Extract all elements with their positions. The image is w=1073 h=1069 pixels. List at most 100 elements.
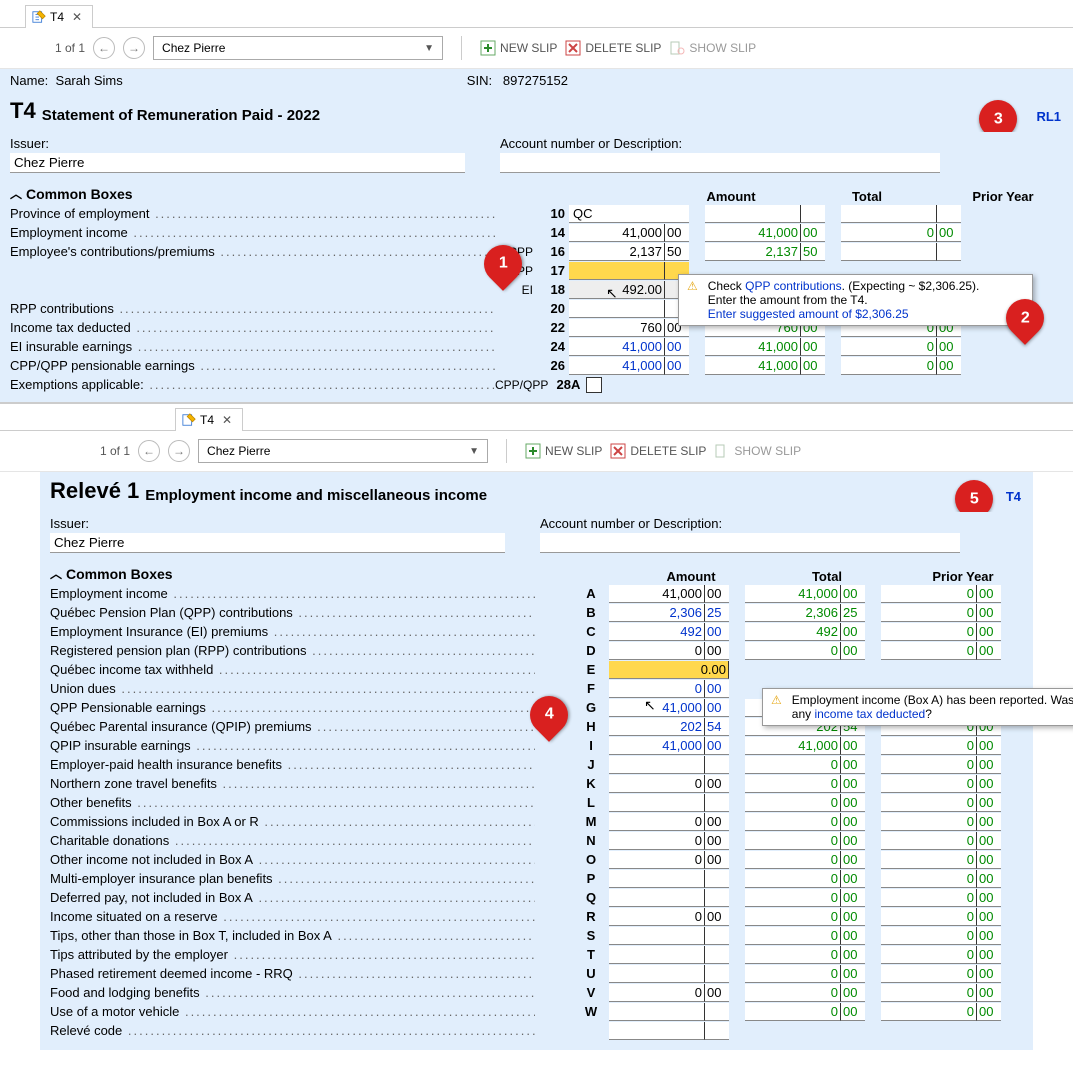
issuer-select[interactable]: Chez Pierre ▼	[153, 36, 443, 60]
amount-input[interactable]: 0	[609, 851, 705, 869]
amount-input[interactable]: QC	[569, 205, 689, 223]
amount-input[interactable]	[609, 889, 705, 907]
row-label: Northern zone travel benefits	[50, 776, 535, 791]
amount-input[interactable]	[609, 1003, 705, 1021]
amount-input[interactable]: 41,000	[609, 585, 705, 603]
box-number: 16	[537, 244, 569, 259]
amount-input[interactable]: 2,306	[609, 604, 705, 622]
close-icon[interactable]: ✕	[222, 413, 232, 427]
amount-input[interactable]: 41,000	[609, 737, 705, 755]
amount-input[interactable]	[569, 262, 665, 280]
table-row: Québec income tax withheldE0.00	[50, 660, 1023, 679]
amount-input[interactable]	[609, 756, 705, 774]
account-label: Account number or Description:	[500, 136, 1063, 151]
amount-input[interactable]	[609, 965, 705, 983]
row-label: CPP/QPP pensionable earnings	[10, 358, 495, 373]
amount-input[interactable]: 0	[609, 832, 705, 850]
table-row: Employer-paid health insurance benefitsJ…	[50, 755, 1023, 774]
account-input[interactable]	[500, 153, 940, 173]
amount-input[interactable]: 492.00	[569, 281, 665, 299]
row-label: Province of employment	[10, 206, 495, 221]
new-slip-button[interactable]: NEW SLIP	[480, 40, 557, 56]
amount-input[interactable]: 0	[609, 984, 705, 1002]
box-letter: G	[577, 700, 609, 715]
issuer-input[interactable]	[10, 153, 465, 173]
amount-input[interactable]: 202	[609, 718, 705, 736]
amount-input[interactable]: 41,000	[569, 338, 665, 356]
table-row: Tips attributed by the employerT000000	[50, 945, 1023, 964]
section-common-boxes[interactable]: ︿ Common Boxes	[10, 185, 133, 202]
slip-icon	[32, 10, 46, 24]
table-row: Commissions included in Box A or RM00000…	[50, 812, 1023, 831]
amount-input[interactable]: 0	[609, 908, 705, 926]
amount-input[interactable]: 0	[609, 642, 705, 660]
row-label: Employment income	[50, 586, 535, 601]
table-row: Northern zone travel benefitsK000000000	[50, 774, 1023, 793]
plus-icon	[480, 40, 496, 56]
amount-input[interactable]	[609, 1022, 705, 1040]
amount-input[interactable]: 760	[569, 319, 665, 337]
next-button[interactable]: →	[168, 440, 190, 462]
delete-slip-button[interactable]: DELETE SLIP	[565, 40, 661, 56]
amount-input[interactable]	[609, 870, 705, 888]
prev-button[interactable]: ←	[138, 440, 160, 462]
new-slip-button[interactable]: NEW SLIP	[525, 443, 602, 459]
box-number: 28A	[552, 377, 584, 392]
account-input[interactable]	[540, 533, 960, 553]
enter-suggested-link[interactable]: Enter suggested amount of $2,306.25	[708, 307, 909, 321]
box-letter: E	[577, 662, 609, 677]
tab-t4[interactable]: T4 ✕	[25, 5, 93, 28]
issuer-select[interactable]: Chez Pierre ▼	[198, 439, 488, 463]
issuer-input[interactable]	[50, 533, 505, 553]
amount-input[interactable]: 41,000	[569, 357, 665, 375]
box-letter: C	[577, 624, 609, 639]
amount-input[interactable]	[609, 794, 705, 812]
name-header: Name: Sarah Sims SIN: 897275152	[0, 69, 1073, 92]
rl1-link[interactable]: RL1	[1036, 109, 1061, 124]
amount-input[interactable]: 492	[609, 623, 705, 641]
row-label: Food and lodging benefits	[50, 985, 535, 1000]
t4-link[interactable]: T4	[1006, 489, 1021, 504]
delete-slip-button[interactable]: DELETE SLIP	[610, 443, 706, 459]
amount-input[interactable]: 0.00	[609, 661, 729, 679]
rl1-body: Issuer: Account number or Description: ︿…	[40, 512, 1033, 1050]
income-tax-link[interactable]: income tax deducted	[814, 707, 925, 721]
name-label: Name:	[10, 73, 48, 88]
box-letter: P	[577, 871, 609, 886]
amount-input[interactable]: 0	[609, 680, 705, 698]
tab-strip: T4 ✕	[0, 0, 1073, 28]
box-letter: O	[577, 852, 609, 867]
box-letter: V	[577, 985, 609, 1000]
amount-input[interactable]: 0	[609, 813, 705, 831]
row-label: Québec Pension Plan (QPP) contributions	[50, 605, 535, 620]
toolbar-rl1: 1 of 1 ← → Chez Pierre ▼ NEW SLIP DELETE…	[0, 431, 1073, 472]
qpp-link[interactable]: QPP contributions	[745, 279, 842, 293]
show-icon	[714, 443, 730, 459]
warning-icon: ⚠	[687, 279, 698, 321]
plus-icon	[525, 443, 541, 459]
prev-button[interactable]: ←	[93, 37, 115, 59]
next-button[interactable]: →	[123, 37, 145, 59]
show-slip-button[interactable]: SHOW SLIP	[669, 40, 756, 56]
box-letter: N	[577, 833, 609, 848]
amount-input[interactable]: 2,137	[569, 243, 665, 261]
amount-input[interactable]	[609, 927, 705, 945]
table-row: Relevé code	[50, 1021, 1023, 1040]
section-common-boxes[interactable]: ︿ Common Boxes	[50, 565, 173, 582]
tab-t4-rl1[interactable]: T4 ✕	[175, 408, 243, 431]
exemption-checkbox[interactable]	[586, 377, 602, 393]
close-icon[interactable]: ✕	[72, 10, 82, 24]
box-letter: T	[577, 947, 609, 962]
table-row: Exemptions applicable:CPP/QPP28A	[10, 375, 1063, 394]
row-label: Use of a motor vehicle	[50, 1004, 535, 1019]
tab-label: T4	[200, 413, 214, 427]
show-slip-button[interactable]: SHOW SLIP	[714, 443, 801, 459]
amount-input[interactable]: 0	[609, 775, 705, 793]
amount-input[interactable]	[569, 300, 665, 318]
chevron-up-icon: ︿	[50, 565, 62, 582]
amount-input[interactable]: 41,000	[569, 224, 665, 242]
box-number: 26	[537, 358, 569, 373]
row-label: Employer-paid health insurance benefits	[50, 757, 535, 772]
amount-input[interactable]: 41,000	[609, 699, 705, 717]
amount-input[interactable]	[609, 946, 705, 964]
